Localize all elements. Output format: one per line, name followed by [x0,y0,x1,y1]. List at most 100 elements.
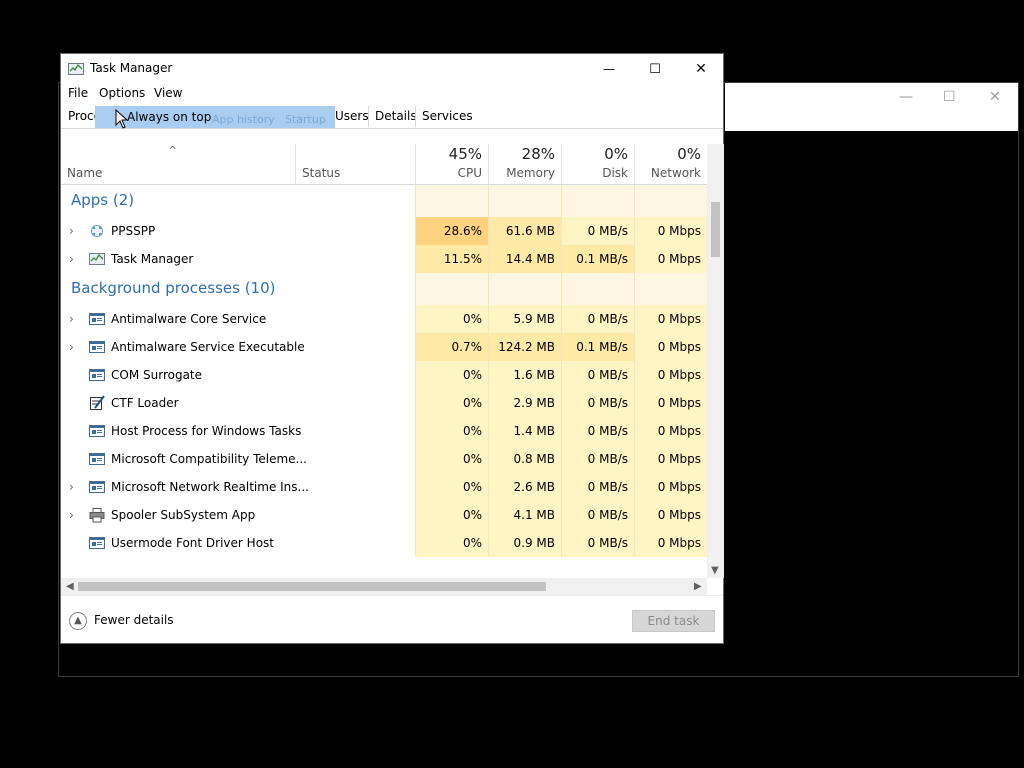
always-on-top-menu-item[interactable]: Always on top [127,110,211,124]
network-total: 0% [677,145,701,163]
task-manager-window: Task Manager — ☐ ✕ File Options View Pro… [60,53,724,644]
process-network: 0 Mbps [634,529,707,557]
process-network: 0 Mbps [634,361,707,389]
process-name: Usermode Font Driver Host [111,536,274,550]
menu-options[interactable]: Options [99,86,145,100]
menu-view[interactable]: View [154,86,182,100]
process-row[interactable]: Microsoft Compatibility Teleme... 0% 0.8 M… [61,445,707,473]
process-row[interactable]: › PPSSPP 28.6% 61.6 MB 0 MB/s 0 Mbps [61,217,707,245]
background-window-titlebar[interactable]: — ☐ ✕ [725,83,1018,131]
group-background-processes: Background processes (10) [61,273,707,305]
service-window-icon [89,341,105,353]
column-disk[interactable]: 0% Disk [561,144,634,184]
minimize-button[interactable]: — [586,54,632,84]
chevron-right-icon[interactable]: › [69,333,74,361]
process-cpu: 0% [415,529,488,557]
close-button[interactable]: ✕ [678,54,724,84]
service-window-icon [89,537,105,549]
printer-icon [89,508,105,523]
process-name: Antimalware Service Executable [111,340,305,354]
footer: ▲ Fewer details End task [61,595,723,644]
process-row[interactable]: Usermode Font Driver Host 0% 0.9 MB 0 MB/s 0… [61,529,707,557]
process-name: Microsoft Compatibility Teleme... [111,452,307,466]
service-window-icon [89,481,105,493]
process-network: 0 Mbps [634,245,707,273]
service-window-icon [89,425,105,437]
process-network: 0 Mbps [634,217,707,245]
process-row[interactable]: › Antimalware Service Executable 0.7% 124.2… [61,333,707,361]
chevron-right-icon[interactable]: › [69,217,74,245]
process-network: 0 Mbps [634,305,707,333]
process-name: Task Manager [111,252,194,266]
process-row[interactable]: › Spooler SubSystem App 0% 4.1 MB 0 MB/s 0 Mb… [61,501,707,529]
process-network: 0 Mbps [634,501,707,529]
cpu-total: 45% [448,145,482,163]
process-disk: 0 MB/s [561,473,634,501]
process-memory: 1.6 MB [488,361,561,389]
process-row[interactable]: CTF Loader 0% 2.9 MB 0 MB/s 0 Mbps [61,389,707,417]
process-cpu: 0% [415,389,488,417]
process-row[interactable]: › Task Manager 11.5% 14.4 MB 0.1 MB/s 0 Mbps [61,245,707,273]
process-cpu: 11.5% [415,245,488,273]
end-task-button[interactable]: End task [632,610,715,632]
column-name[interactable]: Name [61,144,295,184]
column-memory[interactable]: 28% Memory [488,144,561,184]
maximize-icon[interactable]: ☐ [943,89,956,105]
process-row[interactable]: COM Surrogate 0% 1.6 MB 0 MB/s 0 Mbps [61,361,707,389]
column-cpu[interactable]: 45% CPU [415,144,488,184]
column-name-label: Name [67,166,103,180]
process-disk: 0 MB/s [561,501,634,529]
column-status[interactable]: Status [295,144,415,184]
group-row-fill [561,185,634,217]
vertical-scrollbar[interactable]: ▼ [707,144,724,578]
process-cpu: 28.6% [415,217,488,245]
service-window-icon [89,369,105,381]
process-name: Microsoft Network Realtime Ins... [111,480,309,494]
vertical-scroll-thumb[interactable] [711,202,720,257]
process-network: 0 Mbps [634,445,707,473]
title-bar[interactable]: Task Manager — ☐ ✕ [61,54,723,84]
scroll-down-icon[interactable]: ▼ [711,565,719,576]
group-apps: Apps (2) [61,185,707,217]
column-network[interactable]: 0% Network [634,144,707,184]
process-name: CTF Loader [111,396,179,410]
process-disk: 0.1 MB/s [561,333,634,361]
tab-services[interactable]: Services [415,106,479,127]
process-network: 0 Mbps [634,473,707,501]
close-icon: ✕ [695,61,707,77]
window-title: Task Manager [90,61,173,75]
chevron-right-icon[interactable]: › [69,501,74,529]
ppsspp-icon [91,225,103,237]
chevron-right-icon[interactable]: › [69,245,74,273]
horizontal-scrollbar[interactable]: ◀ ▶ [61,578,707,595]
process-memory: 1.4 MB [488,417,561,445]
process-disk: 0 MB/s [561,217,634,245]
scroll-right-icon[interactable]: ▶ [694,581,702,592]
process-memory: 61.6 MB [488,217,561,245]
process-row[interactable]: › Antimalware Core Service 0% 5.9 MB 0 MB/s 0… [61,305,707,333]
scroll-left-icon[interactable]: ◀ [66,581,74,592]
column-header: ^ Name Status 45% CPU 28% Memory 0% Disk… [61,144,717,185]
close-icon[interactable]: ✕ [989,89,1001,105]
process-memory: 5.9 MB [488,305,561,333]
group-row-fill [634,185,707,217]
chevron-right-icon[interactable]: › [69,305,74,333]
fewer-details-label: Fewer details [94,613,174,627]
minimize-icon[interactable]: — [899,89,913,105]
column-memory-label: Memory [506,166,555,180]
group-title: Background processes (10) [71,279,276,297]
process-row[interactable]: › Microsoft Network Realtime Ins... 0% 2.6 … [61,473,707,501]
process-row[interactable]: Host Process for Windows Tasks 0% 1.4 MB 0 … [61,417,707,445]
column-network-label: Network [650,166,701,180]
process-cpu: 0% [415,361,488,389]
chevron-right-icon[interactable]: › [69,473,74,501]
process-memory: 2.9 MB [488,389,561,417]
process-disk: 0 MB/s [561,305,634,333]
group-row-fill [415,273,488,305]
horizontal-scroll-thumb[interactable] [78,582,546,591]
process-network: 0 Mbps [634,389,707,417]
menu-file[interactable]: File [68,86,88,100]
process-name: COM Surrogate [111,368,203,382]
maximize-button[interactable]: ☐ [632,54,678,84]
task-manager-icon [89,253,105,265]
